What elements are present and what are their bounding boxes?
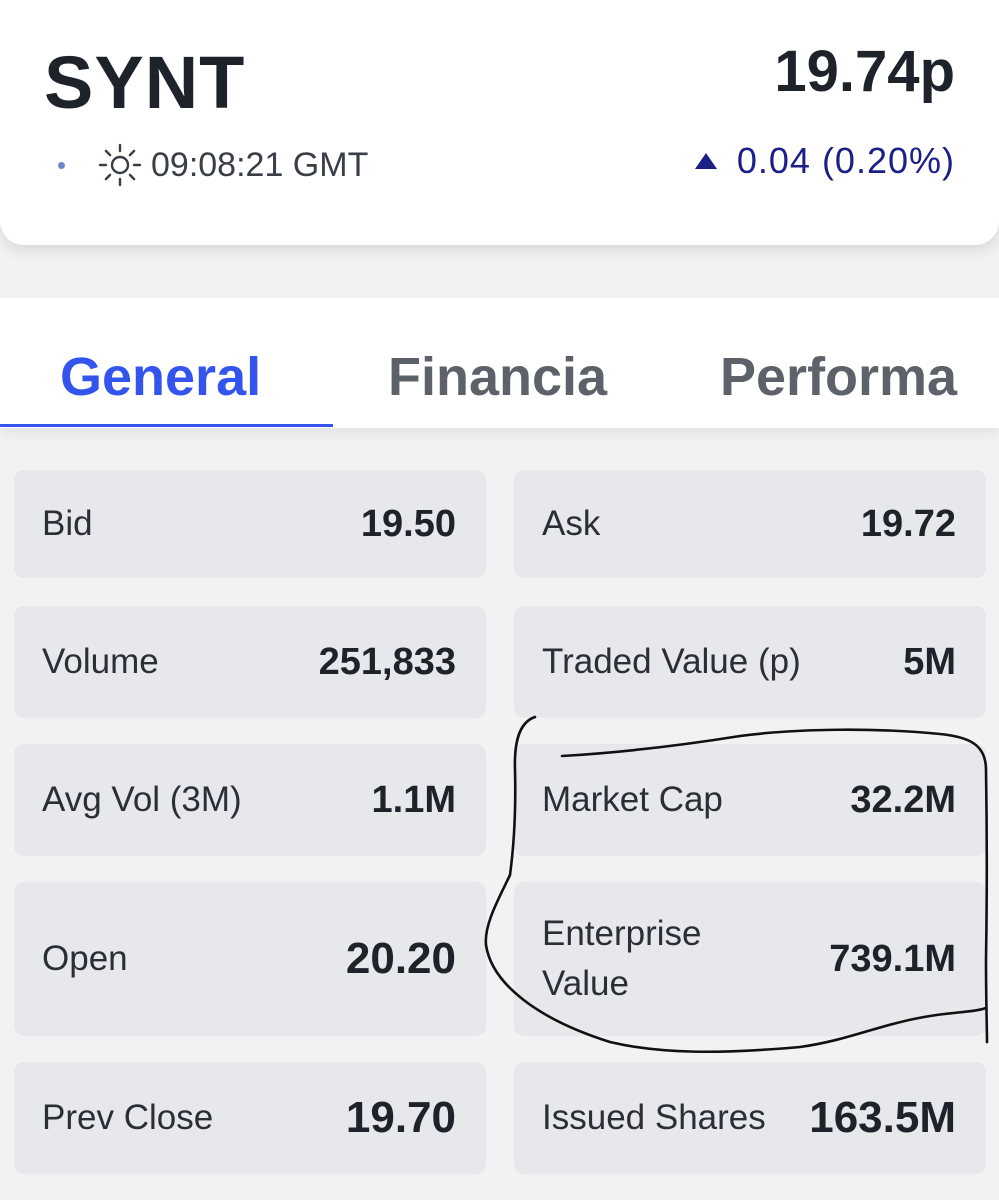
quote-header: SYNT 19.74p 09:08:21 GMT 0.04 (0.20%) [0, 0, 999, 245]
stock-detail-screen: SYNT 19.74p 09:08:21 GMT 0.04 (0.20%) Ge… [0, 0, 999, 1200]
stat-label: Ask [542, 504, 601, 544]
stat-label: Volume [42, 642, 159, 682]
stat-value: 163.5M [809, 1093, 956, 1142]
stat-enterprise-value: Enterprise Value 739.1M [514, 882, 986, 1036]
stat-value: 19.72 [860, 502, 956, 545]
stat-label: Open [42, 939, 128, 979]
market-status: 09:08:21 GMT [58, 142, 368, 188]
stat-open: Open 20.20 [14, 882, 486, 1036]
stat-value: 32.2M [850, 778, 956, 821]
active-tab-indicator [0, 424, 333, 427]
tab-bar: General Financia Performa [0, 298, 999, 428]
last-price: 19.74p [774, 39, 955, 104]
stat-label: Traded Value (p) [542, 642, 801, 682]
stat-label: Enterprise Value [542, 914, 702, 1003]
stat-value: 19.70 [345, 1093, 456, 1142]
stat-avg-vol: Avg Vol (3M) 1.1M [14, 744, 486, 856]
price-change: 0.04 (0.20%) [693, 138, 955, 184]
stat-prev-close: Prev Close 19.70 [14, 1062, 486, 1174]
triangle-up-icon [694, 153, 717, 169]
stat-label: Avg Vol (3M) [42, 780, 242, 820]
stat-label: Prev Close [42, 1098, 214, 1138]
stat-bid: Bid 19.50 [14, 470, 486, 578]
stat-value: 20.20 [345, 934, 456, 983]
stat-value: 251,833 [318, 640, 456, 683]
tab-general[interactable]: General [60, 346, 261, 408]
stat-volume: Volume 251,833 [14, 606, 486, 718]
stat-value: 739.1M [829, 937, 956, 980]
market-time: 09:08:21 GMT [151, 145, 369, 184]
stat-label: Bid [42, 504, 93, 544]
stat-traded-value: Traded Value (p) 5M [514, 606, 986, 718]
stat-market-cap: Market Cap 32.2M [514, 744, 986, 856]
stat-value: 1.1M [371, 778, 456, 821]
price-change-value: 0.04 (0.20%) [736, 140, 955, 181]
sun-icon [98, 143, 142, 187]
stat-label: Issued Shares [542, 1098, 766, 1138]
live-indicator-dot [58, 161, 65, 169]
tab-financials[interactable]: Financia [388, 346, 607, 408]
stat-label: Market Cap [542, 780, 723, 820]
stat-value: 5M [903, 640, 956, 683]
tab-performance[interactable]: Performa [720, 346, 957, 408]
ticker-symbol: SYNT [44, 41, 246, 124]
stat-ask: Ask 19.72 [514, 470, 986, 578]
stat-value: 19.50 [360, 502, 456, 545]
stat-issued-shares: Issued Shares 163.5M [514, 1062, 986, 1174]
